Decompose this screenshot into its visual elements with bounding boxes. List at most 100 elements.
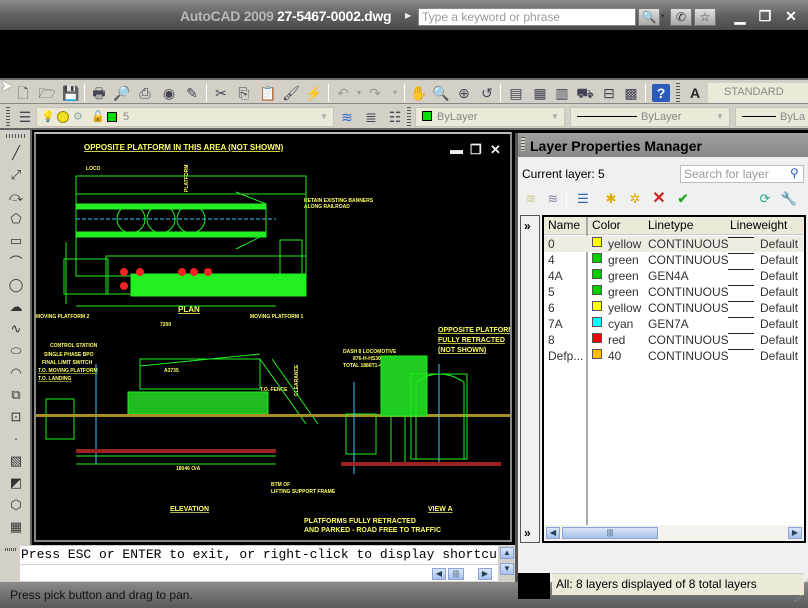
- new-property-filter-icon[interactable]: ≋: [522, 190, 540, 208]
- properties-icon[interactable]: ▤: [507, 84, 525, 102]
- lineweight-combo[interactable]: ByLa: [735, 107, 808, 127]
- layer-color-name[interactable]: 40: [608, 349, 621, 363]
- layer-color-name[interactable]: green: [608, 285, 639, 299]
- scroll-right-icon[interactable]: ▶: [788, 527, 802, 539]
- layer-color-swatch[interactable]: [592, 301, 602, 311]
- spline-icon[interactable]: ∿: [6, 320, 26, 338]
- layer-search-input[interactable]: Search for layer: [680, 165, 804, 183]
- search-icon[interactable]: ⚲: [790, 166, 799, 180]
- 3d-dwf-icon[interactable]: ◉: [160, 84, 178, 102]
- copy-icon[interactable]: ⎘: [235, 84, 253, 102]
- layer-unlocked-icon[interactable]: 🔓: [91, 108, 105, 126]
- linetype-combo[interactable]: ByLayer ▼: [570, 107, 730, 127]
- command-input[interactable]: [20, 565, 498, 581]
- close-icon[interactable]: ✕: [783, 8, 799, 25]
- communication-center-icon[interactable]: ✆: [670, 8, 692, 26]
- layer-linetype[interactable]: CONTINUOUS: [648, 333, 729, 347]
- layer-viewport-freeze-icon[interactable]: ⚙: [73, 108, 83, 126]
- column-header-lineweight[interactable]: Lineweight: [730, 218, 787, 232]
- layer-lineweight[interactable]: Default: [760, 301, 798, 315]
- zoom-realtime-icon[interactable]: 🔍: [432, 84, 450, 102]
- publish-icon[interactable]: ⎙: [136, 84, 154, 102]
- panel-title-bar[interactable]: Layer Properties Manager: [518, 133, 808, 157]
- ellipse-arc-icon[interactable]: ◠: [6, 364, 26, 382]
- layer-linetype[interactable]: CONTINUOUS: [648, 237, 729, 251]
- paste-icon[interactable]: 📋: [259, 84, 277, 102]
- scroll-down-icon[interactable]: ▼: [500, 563, 514, 575]
- drawing-canvas[interactable]: ▬ ❐ ✕ OPPOSITE PLATFORM IN THIS AREA (NO…: [34, 132, 512, 542]
- column-header-name[interactable]: Name: [548, 218, 580, 232]
- refresh-icon[interactable]: ⟳: [756, 190, 774, 208]
- layer-states-icon[interactable]: ☷: [386, 108, 404, 126]
- save-icon[interactable]: 💾: [62, 84, 80, 102]
- layer-row[interactable]: 8 red CONTINUOUS Default: [544, 332, 804, 348]
- layer-lineweight[interactable]: Default: [760, 317, 798, 331]
- cut-icon[interactable]: ✂: [212, 84, 230, 102]
- layer-color-name[interactable]: red: [608, 333, 625, 347]
- horizontal-scroll-thumb[interactable]: |||: [562, 527, 658, 539]
- toolbar-grip[interactable]: [676, 83, 680, 103]
- settings-icon[interactable]: 🔧: [780, 190, 798, 208]
- expand-arrow-icon[interactable]: ▶: [405, 11, 411, 20]
- layer-row[interactable]: 6 yellow CONTINUOUS Default: [544, 300, 804, 316]
- layer-lineweight[interactable]: Default: [760, 237, 798, 251]
- layer-lineweight[interactable]: Default: [760, 269, 798, 283]
- column-header-color[interactable]: Color: [592, 218, 621, 232]
- color-combo[interactable]: ByLayer ▼: [415, 107, 565, 127]
- scroll-left-icon[interactable]: ◀: [432, 568, 446, 580]
- new-layer-icon[interactable]: ✱: [602, 190, 620, 208]
- help-search-input[interactable]: Type a keyword or phrase: [418, 8, 636, 26]
- pan-icon[interactable]: ✋: [410, 84, 428, 102]
- layer-states-manager-icon[interactable]: ☰: [574, 190, 592, 208]
- help-icon[interactable]: ?: [652, 84, 670, 102]
- text-style-combo[interactable]: STANDARD: [708, 83, 808, 103]
- layer-on-lightbulb-icon[interactable]: 💡: [41, 108, 55, 126]
- layer-row[interactable]: 7A cyan GEN7A Default: [544, 316, 804, 332]
- layer-row[interactable]: 4 green CONTINUOUS Default: [544, 252, 804, 268]
- chevron-down-icon[interactable]: ▼: [548, 110, 562, 124]
- layer-previous-icon[interactable]: ≣: [362, 108, 380, 126]
- panel-grip[interactable]: [521, 137, 525, 151]
- match-properties-icon[interactable]: 🖌: [282, 84, 300, 102]
- make-object-layer-current-icon[interactable]: ≋: [338, 108, 356, 126]
- make-block-icon[interactable]: ⊡: [6, 408, 26, 426]
- new-icon[interactable]: 🗋: [14, 84, 32, 102]
- toolbar-grip[interactable]: [6, 107, 10, 127]
- layer-linetype[interactable]: GEN4A: [648, 269, 689, 283]
- horizontal-scrollbar[interactable]: ◀ ||| ▶: [544, 525, 804, 541]
- arc-icon[interactable]: ⌒: [6, 254, 26, 272]
- layer-linetype[interactable]: CONTINUOUS: [648, 301, 729, 315]
- restore-icon[interactable]: ❐: [757, 8, 773, 25]
- polyline-icon[interactable]: ⤼: [6, 188, 26, 206]
- plot-icon[interactable]: 🖶: [90, 84, 108, 102]
- region-icon[interactable]: ⬡: [6, 496, 26, 514]
- plot-preview-icon[interactable]: 🔎: [113, 84, 131, 102]
- expand-filter-bottom-icon[interactable]: »: [524, 526, 531, 540]
- layer-color-swatch[interactable]: [592, 253, 602, 263]
- layer-row[interactable]: 0 yellow CONTINUOUS Default: [544, 236, 804, 252]
- scroll-up-icon[interactable]: ▲: [500, 547, 514, 559]
- layer-linetype[interactable]: CONTINUOUS: [648, 253, 729, 267]
- search-icon[interactable]: 🔍: [638, 8, 660, 26]
- resize-grip-icon[interactable]: ⋰: [794, 594, 802, 603]
- line-icon[interactable]: ╱: [6, 144, 26, 162]
- markup-icon[interactable]: ⊟: [600, 84, 618, 102]
- etransmit-icon[interactable]: ✎: [183, 84, 201, 102]
- layer-thaw-sun-icon[interactable]: [57, 111, 69, 123]
- sheet-set-icon[interactable]: ⛟: [576, 84, 594, 102]
- chevron-down-icon[interactable]: ▼: [713, 110, 727, 124]
- layer-color-name[interactable]: yellow: [608, 237, 641, 251]
- scroll-right-icon[interactable]: ▶: [478, 568, 492, 580]
- ellipse-icon[interactable]: ⬭: [6, 342, 26, 360]
- circle-icon[interactable]: ◯: [6, 276, 26, 294]
- layer-lineweight[interactable]: Default: [760, 253, 798, 267]
- layer-color-name[interactable]: cyan: [608, 317, 633, 331]
- text-style-icon[interactable]: A: [686, 84, 704, 102]
- layer-color-name[interactable]: green: [608, 269, 639, 283]
- zoom-previous-icon[interactable]: ↺: [478, 84, 496, 102]
- zoom-window-icon[interactable]: ⊕: [455, 84, 473, 102]
- horizontal-scroll-thumb[interactable]: |||: [448, 568, 464, 580]
- minimize-icon[interactable]: ▁: [732, 8, 748, 25]
- redo-dropdown-icon[interactable]: ▾: [386, 84, 404, 102]
- layer-color-name[interactable]: green: [608, 253, 639, 267]
